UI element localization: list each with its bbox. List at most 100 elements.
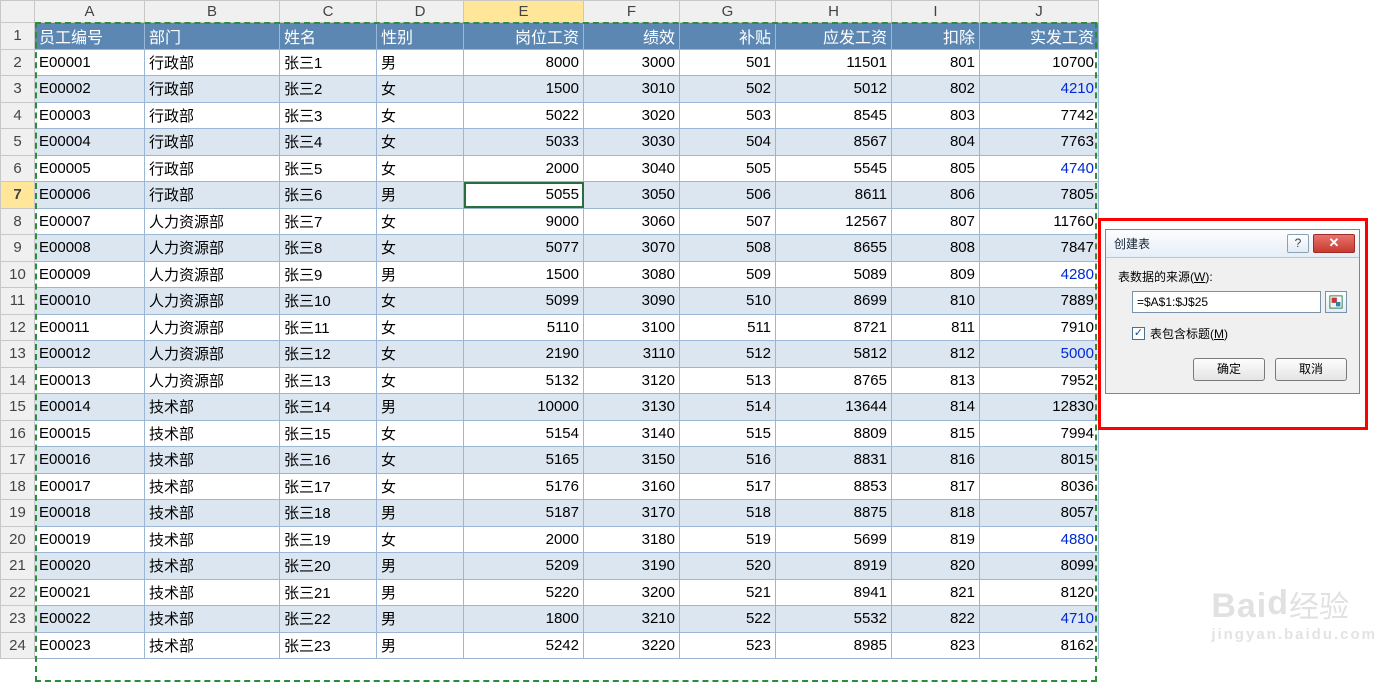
column-header-D[interactable]: D: [377, 1, 464, 23]
row-header-16[interactable]: 16: [1, 420, 35, 447]
cell-H19[interactable]: 8875: [776, 500, 892, 527]
row-header-12[interactable]: 12: [1, 314, 35, 341]
cell-D14[interactable]: 女: [377, 367, 464, 394]
cell-D10[interactable]: 男: [377, 261, 464, 288]
header-cell-F[interactable]: 绩效: [584, 23, 680, 50]
cell-C18[interactable]: 张三17: [280, 473, 377, 500]
cell-E13[interactable]: 2190: [464, 341, 584, 368]
row-header-2[interactable]: 2: [1, 49, 35, 76]
cell-F8[interactable]: 3060: [584, 208, 680, 235]
cell-D15[interactable]: 男: [377, 394, 464, 421]
cell-C9[interactable]: 张三8: [280, 235, 377, 262]
cell-E22[interactable]: 5220: [464, 579, 584, 606]
cell-C23[interactable]: 张三22: [280, 606, 377, 633]
cell-C17[interactable]: 张三16: [280, 447, 377, 474]
cell-B11[interactable]: 人力资源部: [145, 288, 280, 315]
cell-E7[interactable]: 5055: [464, 182, 584, 209]
cell-I23[interactable]: 822: [892, 606, 980, 633]
dialog-close-button[interactable]: ✕: [1313, 234, 1355, 253]
cell-D17[interactable]: 女: [377, 447, 464, 474]
cell-A16[interactable]: E00015: [35, 420, 145, 447]
header-cell-H[interactable]: 应发工资: [776, 23, 892, 50]
cell-C22[interactable]: 张三21: [280, 579, 377, 606]
cell-A6[interactable]: E00005: [35, 155, 145, 182]
cell-H11[interactable]: 8699: [776, 288, 892, 315]
header-cell-A[interactable]: 员工编号: [35, 23, 145, 50]
cell-A10[interactable]: E00009: [35, 261, 145, 288]
cell-A17[interactable]: E00016: [35, 447, 145, 474]
cell-J2[interactable]: 10700: [980, 49, 1099, 76]
cell-B18[interactable]: 技术部: [145, 473, 280, 500]
cell-E2[interactable]: 8000: [464, 49, 584, 76]
row-header-17[interactable]: 17: [1, 447, 35, 474]
cell-E21[interactable]: 5209: [464, 553, 584, 580]
cell-B13[interactable]: 人力资源部: [145, 341, 280, 368]
cell-C13[interactable]: 张三12: [280, 341, 377, 368]
column-header-B[interactable]: B: [145, 1, 280, 23]
cell-F11[interactable]: 3090: [584, 288, 680, 315]
row-header-10[interactable]: 10: [1, 261, 35, 288]
cell-H6[interactable]: 5545: [776, 155, 892, 182]
cell-I6[interactable]: 805: [892, 155, 980, 182]
cell-I13[interactable]: 812: [892, 341, 980, 368]
cell-J24[interactable]: 8162: [980, 632, 1099, 659]
cell-F13[interactable]: 3110: [584, 341, 680, 368]
cell-B10[interactable]: 人力资源部: [145, 261, 280, 288]
dialog-help-button[interactable]: ?: [1287, 234, 1309, 253]
ok-button[interactable]: 确定: [1193, 358, 1265, 381]
cell-I21[interactable]: 820: [892, 553, 980, 580]
cell-I18[interactable]: 817: [892, 473, 980, 500]
cell-E18[interactable]: 5176: [464, 473, 584, 500]
header-cell-J[interactable]: 实发工资: [980, 23, 1099, 50]
cell-A22[interactable]: E00021: [35, 579, 145, 606]
cell-F17[interactable]: 3150: [584, 447, 680, 474]
cell-F7[interactable]: 3050: [584, 182, 680, 209]
row-header-9[interactable]: 9: [1, 235, 35, 262]
cell-D8[interactable]: 女: [377, 208, 464, 235]
cell-E10[interactable]: 1500: [464, 261, 584, 288]
cell-B12[interactable]: 人力资源部: [145, 314, 280, 341]
cell-I15[interactable]: 814: [892, 394, 980, 421]
cell-C16[interactable]: 张三15: [280, 420, 377, 447]
cell-H5[interactable]: 8567: [776, 129, 892, 156]
cell-H18[interactable]: 8853: [776, 473, 892, 500]
cell-F16[interactable]: 3140: [584, 420, 680, 447]
cell-I20[interactable]: 819: [892, 526, 980, 553]
cell-J19[interactable]: 8057: [980, 500, 1099, 527]
cell-A8[interactable]: E00007: [35, 208, 145, 235]
row-header-15[interactable]: 15: [1, 394, 35, 421]
cell-E24[interactable]: 5242: [464, 632, 584, 659]
cell-A2[interactable]: E00001: [35, 49, 145, 76]
cell-B17[interactable]: 技术部: [145, 447, 280, 474]
cell-G16[interactable]: 515: [680, 420, 776, 447]
cell-F3[interactable]: 3010: [584, 76, 680, 103]
cell-E8[interactable]: 9000: [464, 208, 584, 235]
row-header-1[interactable]: 1: [1, 23, 35, 50]
cell-B8[interactable]: 人力资源部: [145, 208, 280, 235]
cell-J15[interactable]: 12830: [980, 394, 1099, 421]
cell-D23[interactable]: 男: [377, 606, 464, 633]
cell-C4[interactable]: 张三3: [280, 102, 377, 129]
cell-C11[interactable]: 张三10: [280, 288, 377, 315]
dialog-titlebar[interactable]: 创建表 ? ✕: [1106, 230, 1359, 258]
column-header-E[interactable]: E: [464, 1, 584, 23]
cell-A21[interactable]: E00020: [35, 553, 145, 580]
cell-A12[interactable]: E00011: [35, 314, 145, 341]
cell-J21[interactable]: 8099: [980, 553, 1099, 580]
cell-B4[interactable]: 行政部: [145, 102, 280, 129]
cell-A4[interactable]: E00003: [35, 102, 145, 129]
cell-J23[interactable]: 4710: [980, 606, 1099, 633]
cell-D2[interactable]: 男: [377, 49, 464, 76]
cell-B14[interactable]: 人力资源部: [145, 367, 280, 394]
cell-B24[interactable]: 技术部: [145, 632, 280, 659]
cell-F18[interactable]: 3160: [584, 473, 680, 500]
cell-E6[interactable]: 2000: [464, 155, 584, 182]
cell-J3[interactable]: 4210: [980, 76, 1099, 103]
cell-I11[interactable]: 810: [892, 288, 980, 315]
cell-F15[interactable]: 3130: [584, 394, 680, 421]
cell-H20[interactable]: 5699: [776, 526, 892, 553]
cell-E15[interactable]: 10000: [464, 394, 584, 421]
cell-I7[interactable]: 806: [892, 182, 980, 209]
range-picker-button[interactable]: [1325, 291, 1347, 313]
cell-A23[interactable]: E00022: [35, 606, 145, 633]
